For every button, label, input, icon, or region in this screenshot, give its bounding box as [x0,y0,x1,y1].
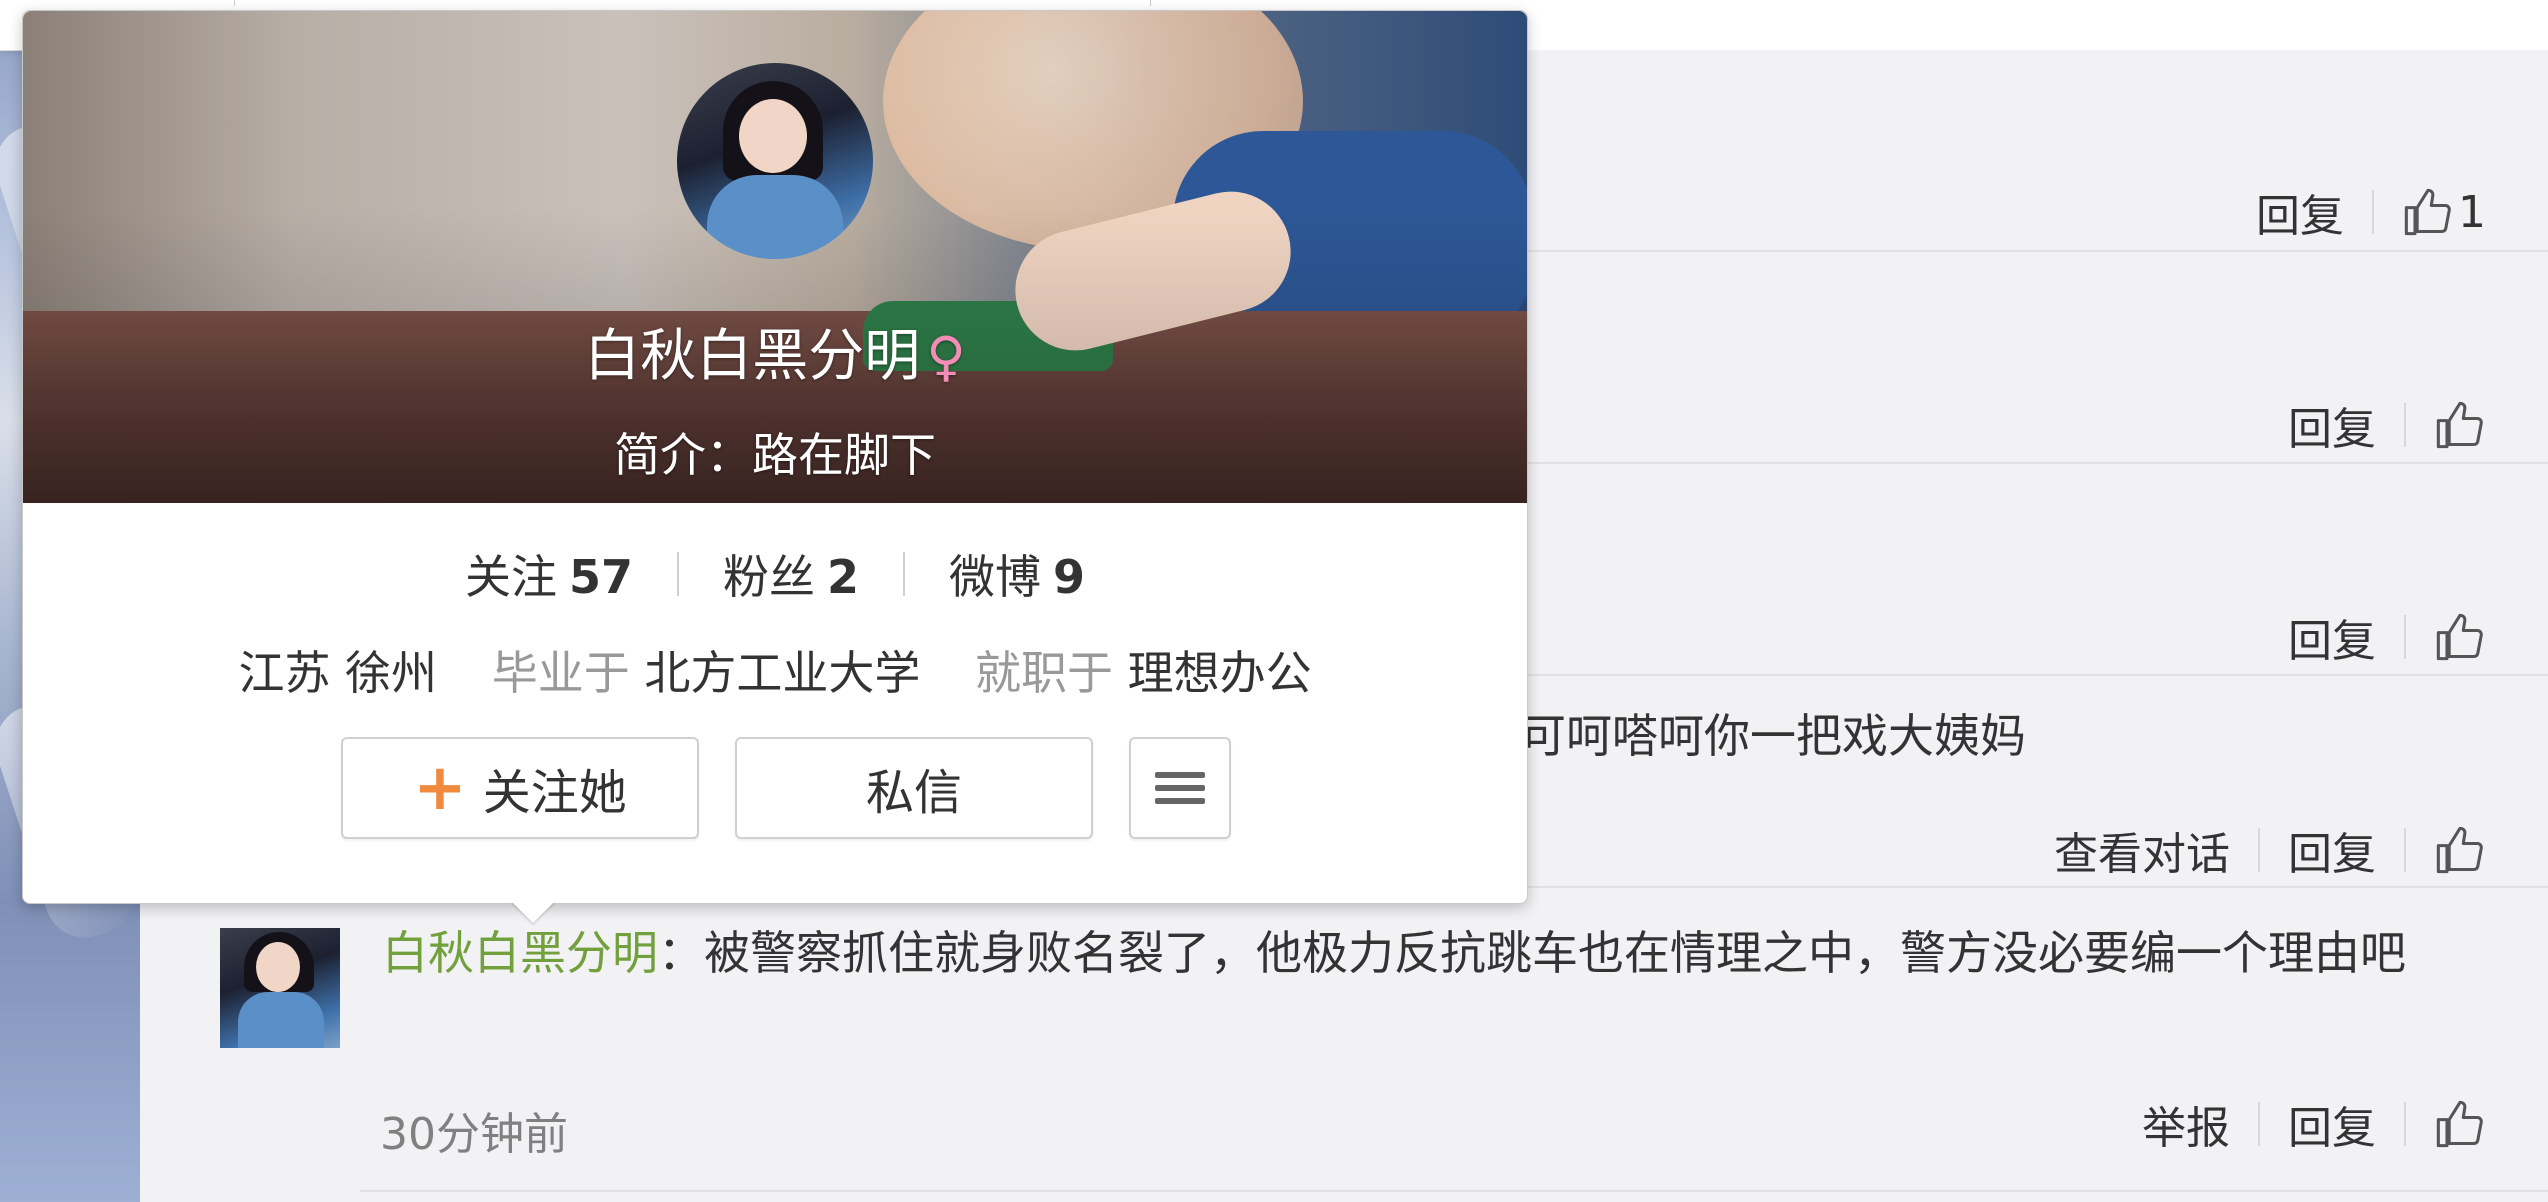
profile-info: 江苏 徐州 毕业于 北方工业大学 就职于 理想办公 [23,637,1527,703]
reply-button[interactable]: 回复 [2260,605,2404,669]
user-card-popup: 白秋白黑分明 ♀ 简介：路在脚下 关注 57 粉丝 2 微博 9 江苏 徐州 毕业于 北… [22,10,1528,923]
header-divider [234,0,235,6]
profile-location: 江苏 徐州 [238,646,438,700]
profile-bio: 简介：路在脚下 [614,428,936,482]
avatar[interactable] [220,928,340,1048]
thumbs-up-icon [2436,401,2483,449]
plus-icon: + [413,751,467,825]
more-menu-button[interactable] [1129,737,1231,839]
comment-actions: 回复 1 [2228,180,2486,244]
comment-actions: 查看对话 回复 [2026,820,2486,880]
thumbs-up-icon [2436,613,2483,661]
thumbs-up-icon [2436,826,2483,874]
profile-name-text[interactable]: 白秋白黑分明 [584,324,920,389]
profile-name: 白秋白黑分明 ♀ [23,311,1527,392]
thumbs-up-icon [2436,1100,2483,1148]
stat-label: 关注 [464,550,557,604]
stat-value: 9 [1053,550,1086,604]
education-label: 毕业于 [491,646,630,700]
comment-colon: ： [658,926,704,980]
education-value[interactable]: 北方工业大学 [644,646,920,700]
reply-button[interactable]: 回复 [2260,1092,2404,1156]
comment-username[interactable]: 白秋白黑分明 [382,926,658,980]
avatar-face [739,99,807,173]
stat-value: 57 [568,550,633,604]
message-button[interactable]: 私信 [735,737,1093,839]
menu-icon [1155,765,1205,811]
stat-label: 微博 [949,550,1041,604]
profile-stats: 关注 57 粉丝 2 微博 9 [23,541,1527,607]
comment-timestamp: 30分钟前 [380,1109,568,1160]
stat-label: 粉丝 [722,550,815,604]
reply-button[interactable]: 回复 [2260,393,2404,457]
like-button[interactable]: 1 [2374,186,2486,238]
reply-button[interactable]: 回复 [2228,180,2372,244]
stat-value: 2 [826,550,859,604]
header-divider [1150,0,1151,6]
like-button[interactable] [2406,1098,2486,1150]
thumbs-up-icon [2404,188,2451,236]
popup-pointer [511,901,555,923]
comment-text: 白秋白黑分明：被警察抓住就身败名裂了，他极力反抗跳车也在情理之中，警方没必要编一… [382,908,2462,998]
female-icon: ♀ [926,325,966,388]
reply-button[interactable]: 回复 [2260,818,2404,882]
report-button[interactable]: 举报 [2114,1092,2258,1156]
stat-followers[interactable]: 粉丝 2 [679,541,903,607]
profile-avatar[interactable] [677,63,873,259]
like-button[interactable] [2406,399,2486,451]
comment-actions: 回复 [2260,395,2486,455]
view-conversation-link[interactable]: 查看对话 [2026,818,2258,882]
like-count: 1 [2458,186,2486,238]
message-button-label: 私信 [865,765,962,821]
follow-button[interactable]: + 关注她 [341,737,699,839]
like-button[interactable] [2406,824,2486,876]
comment-actions: 举报 回复 [2114,1094,2486,1154]
avatar-body [707,175,843,259]
job-label: 就职于 [974,646,1113,700]
comment-text: 可呵嗒呵你一把戏大姨妈 [1520,709,2026,763]
follow-button-label: 关注她 [482,765,627,821]
stat-following[interactable]: 关注 57 [421,541,677,607]
avatar-face [256,942,300,992]
comment-content: 被警察抓住就身败名裂了，他极力反抗跳车也在情理之中，警方没必要编一个理由吧 [704,926,2406,980]
avatar-body [238,992,324,1048]
job-value[interactable]: 理想办公 [1128,646,1312,700]
like-button[interactable] [2406,611,2486,663]
stat-weibo[interactable]: 微博 9 [905,541,1129,607]
comment-actions: 回复 [2260,607,2486,667]
row-divider [360,1190,2548,1192]
